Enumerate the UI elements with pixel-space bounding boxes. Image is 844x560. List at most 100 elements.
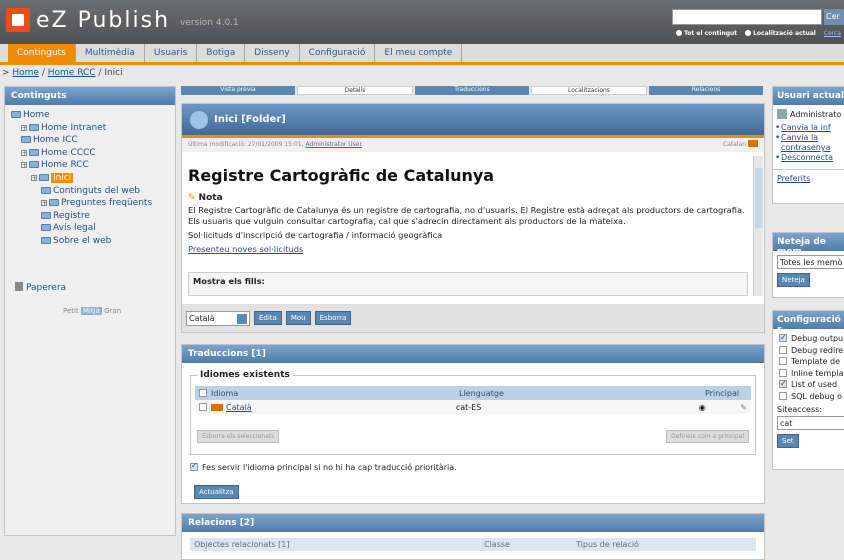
tree-item-label: Continguts del web [53,185,140,196]
move-button[interactable]: Mou [285,311,311,325]
tree-item-label: Home [23,110,50,120]
tab-el-meu-compte[interactable]: El meu compte [375,44,463,62]
new-requests-link[interactable]: Presenteu noves sol·licituds [188,244,303,254]
expand-icon[interactable]: + [21,149,27,156]
current-user-box: Usuari actual Administrato Canvia la inf… [772,86,844,204]
tree-item[interactable]: Sobre el web [11,235,169,248]
tab-detalls[interactable]: Detalls [297,86,413,95]
expand-icon[interactable]: + [31,174,37,181]
flag-icon [211,403,223,411]
search-button[interactable]: Cer [824,9,844,25]
current-user-title: Usuari actual [773,87,844,105]
show-children[interactable]: Mostra els fills: [188,272,748,296]
translations-panel: Traduccions [1] Idiomes existents Idioma… [181,344,765,504]
ez-logo[interactable]: eZ Publish version 4.0.1 [6,7,239,33]
tree-size-selector: Petit Mitjà Gran [63,307,121,315]
advanced-search-link[interactable]: Cerca [824,30,841,37]
tree-item[interactable]: Continguts del web [11,185,169,198]
tab-relacions[interactable]: Relacions [649,86,763,95]
tab-continguts[interactable]: Continguts [8,44,76,62]
trash-link[interactable]: Paperera [15,282,66,293]
config-checkbox[interactable] [779,378,787,390]
user-icon [777,109,787,119]
toggle-all-checkbox[interactable] [199,388,207,397]
modifier-link[interactable]: Administrator User [305,141,361,148]
tab-disseny[interactable]: Disseny [245,44,300,62]
row-checkbox[interactable] [199,402,207,411]
expand-icon[interactable]: + [21,162,27,169]
tree-item[interactable]: + Preguntes freqüents [11,197,169,210]
config-option[interactable]: Debug redire [773,345,844,357]
language-select[interactable]: Català [186,310,250,326]
relations-header: Objectes relacionats [1] Classe Tipus de r… [190,538,756,551]
tree-item[interactable]: Avís legal [11,222,169,235]
siteaccess-label: Siteaccess: [777,404,823,414]
search-scope-all[interactable]: Tot el contingut [676,30,737,37]
tab-vista-previa[interactable]: Vista prèvia [181,86,295,95]
set-button[interactable]: Set [777,433,799,448]
tree-item-label: Home CCCC [41,147,96,158]
logout-link[interactable]: Desconnecta [773,153,844,163]
search-scope-current[interactable]: Localització actual [745,30,816,37]
tab-configuracio[interactable]: Configuració [300,44,376,62]
breadcrumb-home-rcc[interactable]: Home RCC [48,68,96,78]
config-checkbox[interactable] [779,357,787,366]
config-label: Template de [791,357,841,367]
change-password-link[interactable]: Canvia la contrasenya [773,133,844,153]
set-primary-button[interactable]: Defineix com a principal [666,430,749,443]
config-option[interactable]: SQL debug o [773,391,844,403]
tab-localitzacions[interactable]: Localitzacions [531,86,647,95]
tree-item[interactable]: + Inici [11,172,169,185]
config-label: SQL debug o [791,391,843,401]
tree-item[interactable]: Home ICC [11,134,169,147]
bookmarks-link[interactable]: Preferits [777,174,844,184]
tab-botiga[interactable]: Botiga [197,44,246,62]
remove-selected-button[interactable]: Esborra els seleccionats [197,430,280,443]
folder-icon [29,161,39,169]
edit-icon[interactable]: ✎ [740,403,747,412]
breadcrumb-home[interactable]: Home [12,68,39,78]
expand-icon[interactable]: + [21,124,27,131]
tab-multimedia[interactable]: Multimèdia [76,44,145,62]
tab-traduccions[interactable]: Traduccions [415,86,529,95]
size-small[interactable]: Petit [63,307,79,315]
clear-cache-button[interactable]: Neteja [777,273,810,287]
nota-label: Nota [188,193,748,203]
delete-button[interactable]: Esborra [314,311,352,325]
tree-item[interactable]: Home [11,109,169,122]
tree-item[interactable]: + Home Intranet [11,122,169,135]
tree-item[interactable]: Registre [11,210,169,223]
update-button[interactable]: Actualitza [194,485,239,499]
search-input[interactable] [672,9,822,25]
siteaccess-select[interactable]: cat [777,415,844,430]
config-checkbox[interactable] [779,345,787,354]
primary-radio[interactable]: ◉ [699,403,740,412]
folder-icon [41,236,51,244]
tree-item[interactable]: + Home RCC [11,159,169,172]
config-option[interactable]: Template de [773,356,844,368]
config-option[interactable]: List of used [773,378,844,391]
config-checkbox[interactable] [779,391,787,400]
relations-title: Relacions [2] [182,514,764,532]
edit-button[interactable]: Edita [254,311,282,325]
size-medium[interactable]: Mitjà [80,307,102,315]
change-info-link[interactable]: Canvia la inf [773,123,844,133]
expand-icon[interactable]: + [41,200,47,207]
use-primary-option[interactable]: Fes servir l'idioma principal si no hi h… [190,461,457,472]
ez-logo-icon [6,8,30,32]
object-header: Inici [Folder] [182,104,764,138]
tab-usuaris[interactable]: Usuaris [145,44,198,62]
language-link[interactable]: Català [226,403,252,412]
flag-icon [748,140,758,147]
folder-icon [39,173,49,181]
config-option[interactable]: Debug outpu [773,332,844,345]
vertical-scrollbar[interactable] [753,156,763,296]
config-checkbox[interactable] [779,332,787,344]
clear-cache-title[interactable]: Neteja de mem [773,233,844,257]
config-checkbox[interactable] [779,368,787,377]
tree-item[interactable]: + Home CCCC [11,147,169,160]
size-large[interactable]: Gran [104,307,121,315]
config-label: List of used [791,380,838,390]
cache-select[interactable]: Totes les memò [777,255,844,269]
object-language: Catalan [723,140,758,148]
